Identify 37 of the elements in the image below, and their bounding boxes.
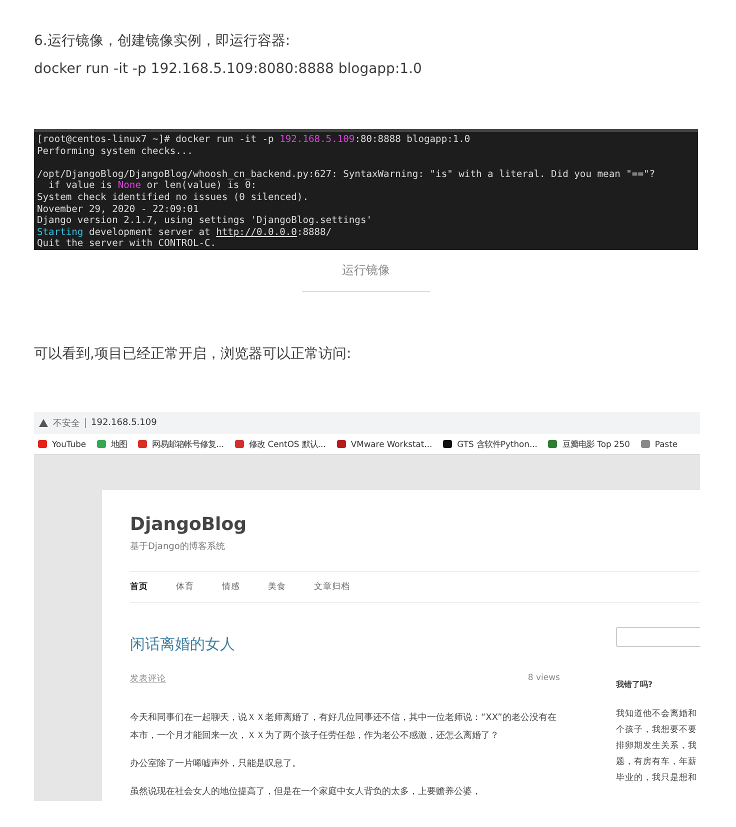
sidebar-text: 题，有房有车，年薪: [616, 756, 698, 769]
post-title[interactable]: 闲话离婚的女人: [130, 635, 560, 654]
sidebar-text: 毕业的，我只是想和: [616, 772, 698, 785]
sidebar-heading: 我错了吗?: [616, 679, 654, 690]
bookmark[interactable]: YouTube: [38, 439, 86, 449]
post-paragraph: 今天和同事们在一起聊天，说ＸＸ老师离婚了，有好几位同事还不信，其中一位老师说：“XX”的老公没有在本市，一个月才能回来一次，ＸＸ为了两个孩子任劳任怨，作为老公不感激，还怎么离婚了？: [130, 712, 558, 743]
address-bar[interactable]: 不安全 192.168.5.109: [34, 412, 700, 434]
paragraph: 可以看到,项目已经正常开启，浏览器可以正常访问:: [34, 345, 352, 364]
sidebar-text: 个孩子，我想要不要: [616, 724, 698, 737]
security-label: 不安全: [53, 418, 80, 430]
site-tagline: 基于Django的博客系统: [130, 540, 226, 553]
nav-link[interactable]: 体育: [176, 581, 194, 593]
nav-link[interactable]: 首页: [130, 581, 148, 593]
bookmark[interactable]: 修改 CentOS 默认...: [235, 438, 326, 450]
nav-link[interactable]: 文章归档: [314, 581, 350, 593]
nav-link[interactable]: 美食: [268, 581, 286, 593]
image-caption: 运行镜像: [302, 258, 430, 292]
search-field[interactable]: [616, 627, 700, 647]
sidebar-text: 排卵期发生关系，我: [616, 740, 698, 753]
bookmark[interactable]: 豆瓣电影 Top 250: [548, 438, 630, 450]
post-paragraph: 办公室除了一片唏嘘声外，只能是叹息了。: [130, 758, 302, 771]
bookmark[interactable]: 地图: [97, 438, 128, 450]
bookmark[interactable]: 网易邮箱帐号修复...: [138, 438, 224, 450]
bookmark[interactable]: Paste: [640, 439, 678, 449]
view-count: 8 views: [528, 673, 560, 685]
bookmark[interactable]: GTS 含软件Python...: [443, 438, 538, 450]
bookmark[interactable]: VMware Workstat...: [336, 439, 432, 449]
url-text: 192.168.5.109: [91, 418, 157, 428]
site-title[interactable]: DjangoBlog: [130, 514, 700, 535]
command-text: docker run -it -p 192.168.5.109:8080:8888 blogapp:1.0: [34, 60, 423, 79]
terminal-screenshot: [root@centos-linux7 ~]# docker run -it -p 192.168.5.109:80:8888 blogapp:1.0 Performing system checks... /opt/DjangoBlog/DjangoBlog/whoosh_cn_backend.py:627: SyntaxWarning: "is" with a literal. Did you mean "=="? if value is None or len(value) is 0: System check identified no issues (0 silenced). November 29, 2020 - 22:09:01 Django version 2.1.7, using settings 'DjangoBlog.settings' Starting development server at http://0.0.0.0:8888/ Quit the server with CONTROL-C.: [34, 129, 698, 250]
comment-link[interactable]: 发表评论: [130, 673, 166, 685]
step-heading: 6.运行镜像，创建镜像实例，即运行容器:: [34, 32, 292, 51]
warning-icon: [39, 419, 48, 427]
post-paragraph: 虽然说现在社会女人的地位提高了，但是在一个家庭中女人背负的太多，上要赡养公婆，: [130, 786, 482, 799]
sidebar-text: 我知道他不会离婚和: [616, 708, 698, 721]
nav-link[interactable]: 情感: [222, 581, 240, 593]
